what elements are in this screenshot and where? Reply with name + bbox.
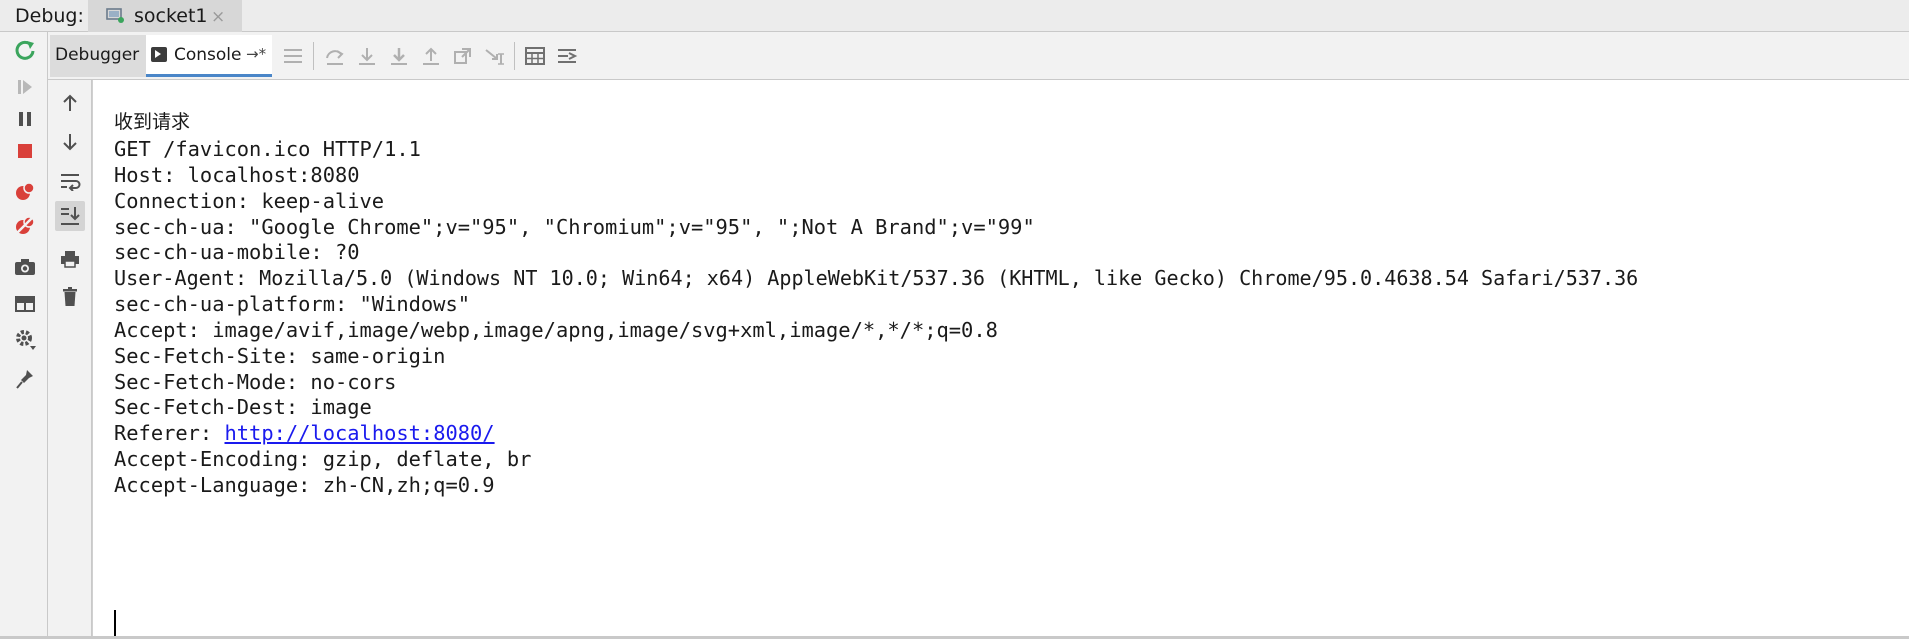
console-line: sec-ch-ua-platform: "Windows" xyxy=(114,292,471,316)
console-line: Sec-Fetch-Mode: no-cors xyxy=(114,370,397,394)
toolbar-divider xyxy=(514,42,515,70)
console-output[interactable]: 收到请求 GET /favicon.ico HTTP/1.1 Host: loc… xyxy=(92,80,1909,639)
debug-label: Debug: xyxy=(15,5,84,27)
force-step-into-icon[interactable] xyxy=(386,43,412,69)
camera-icon[interactable] xyxy=(12,254,38,280)
console-line: 收到请求 xyxy=(114,111,191,133)
toolbar-divider xyxy=(313,42,314,70)
tab-debugger[interactable]: Debugger xyxy=(50,35,146,77)
console-icon xyxy=(151,47,167,62)
tab-debugger-label: Debugger xyxy=(55,45,140,65)
text-caret xyxy=(114,610,116,636)
pin-icon[interactable] xyxy=(12,366,38,392)
print-icon[interactable] xyxy=(57,246,83,272)
tab-console-label: Console xyxy=(174,45,242,65)
step-over-icon[interactable] xyxy=(322,43,348,69)
soft-wrap-icon[interactable] xyxy=(57,168,83,194)
console-line: Accept-Language: zh-CN,zh;q=0.9 xyxy=(114,473,495,497)
layout-icon[interactable] xyxy=(12,291,38,317)
console-line-referer: Referer: http://localhost:8080/ xyxy=(114,423,495,443)
view-breakpoints-icon[interactable] xyxy=(12,178,38,204)
console-line: GET /favicon.ico HTTP/1.1 xyxy=(114,137,421,161)
referer-link[interactable]: http://localhost:8080/ xyxy=(225,421,495,445)
console-line: sec-ch-ua-mobile: ?0 xyxy=(114,240,360,264)
resume-icon[interactable] xyxy=(12,74,38,100)
console-line: Sec-Fetch-Dest: image xyxy=(114,395,372,419)
arrow-up-icon[interactable] xyxy=(57,90,83,116)
console-line: sec-ch-ua: "Google Chrome";v="95", "Chro… xyxy=(114,215,1035,239)
console-line: Host: localhost:8080 xyxy=(114,163,360,187)
step-out-icon[interactable] xyxy=(418,43,444,69)
evaluate-expression-icon[interactable] xyxy=(522,43,548,69)
settings-gear-icon[interactable] xyxy=(12,326,38,352)
referer-label: Referer: xyxy=(114,421,225,445)
arrow-down-icon[interactable] xyxy=(57,129,83,155)
console-line: Accept-Encoding: gzip, deflate, br xyxy=(114,447,532,471)
run-to-cursor-icon[interactable] xyxy=(482,43,508,69)
close-icon[interactable]: × xyxy=(211,7,225,27)
trash-icon[interactable] xyxy=(57,284,83,310)
pause-icon[interactable] xyxy=(12,106,38,132)
debug-left-toolbar xyxy=(0,32,48,639)
session-tab-socket1[interactable]: socket1 × xyxy=(88,0,242,32)
step-into-icon[interactable] xyxy=(354,43,380,69)
session-tab-label: socket1 xyxy=(134,5,208,27)
restore-layout-icon[interactable]: →* xyxy=(246,45,266,63)
menu-lines-icon[interactable] xyxy=(280,43,306,69)
trace-settings-icon[interactable] xyxy=(554,43,580,69)
rerun-icon[interactable] xyxy=(12,37,38,63)
scroll-to-end-icon[interactable] xyxy=(55,201,85,231)
tab-console[interactable]: Console →* xyxy=(146,35,272,77)
console-side-toolbar xyxy=(48,80,92,639)
stop-icon[interactable] xyxy=(12,138,38,164)
run-config-icon xyxy=(106,8,124,23)
console-line: Sec-Fetch-Site: same-origin xyxy=(114,344,446,368)
debug-tool-window-header: Debug: socket1 × xyxy=(0,0,1909,32)
console-line: Accept: image/avif,image/webp,image/apng… xyxy=(114,318,998,342)
mute-breakpoints-icon[interactable] xyxy=(12,212,38,238)
console-line: Connection: keep-alive xyxy=(114,189,385,213)
debug-tab-toolbar: Debugger Console →* xyxy=(48,32,1909,80)
console-line: User-Agent: Mozilla/5.0 (Windows NT 10.0… xyxy=(114,266,1639,290)
drop-frame-icon[interactable] xyxy=(450,43,476,69)
